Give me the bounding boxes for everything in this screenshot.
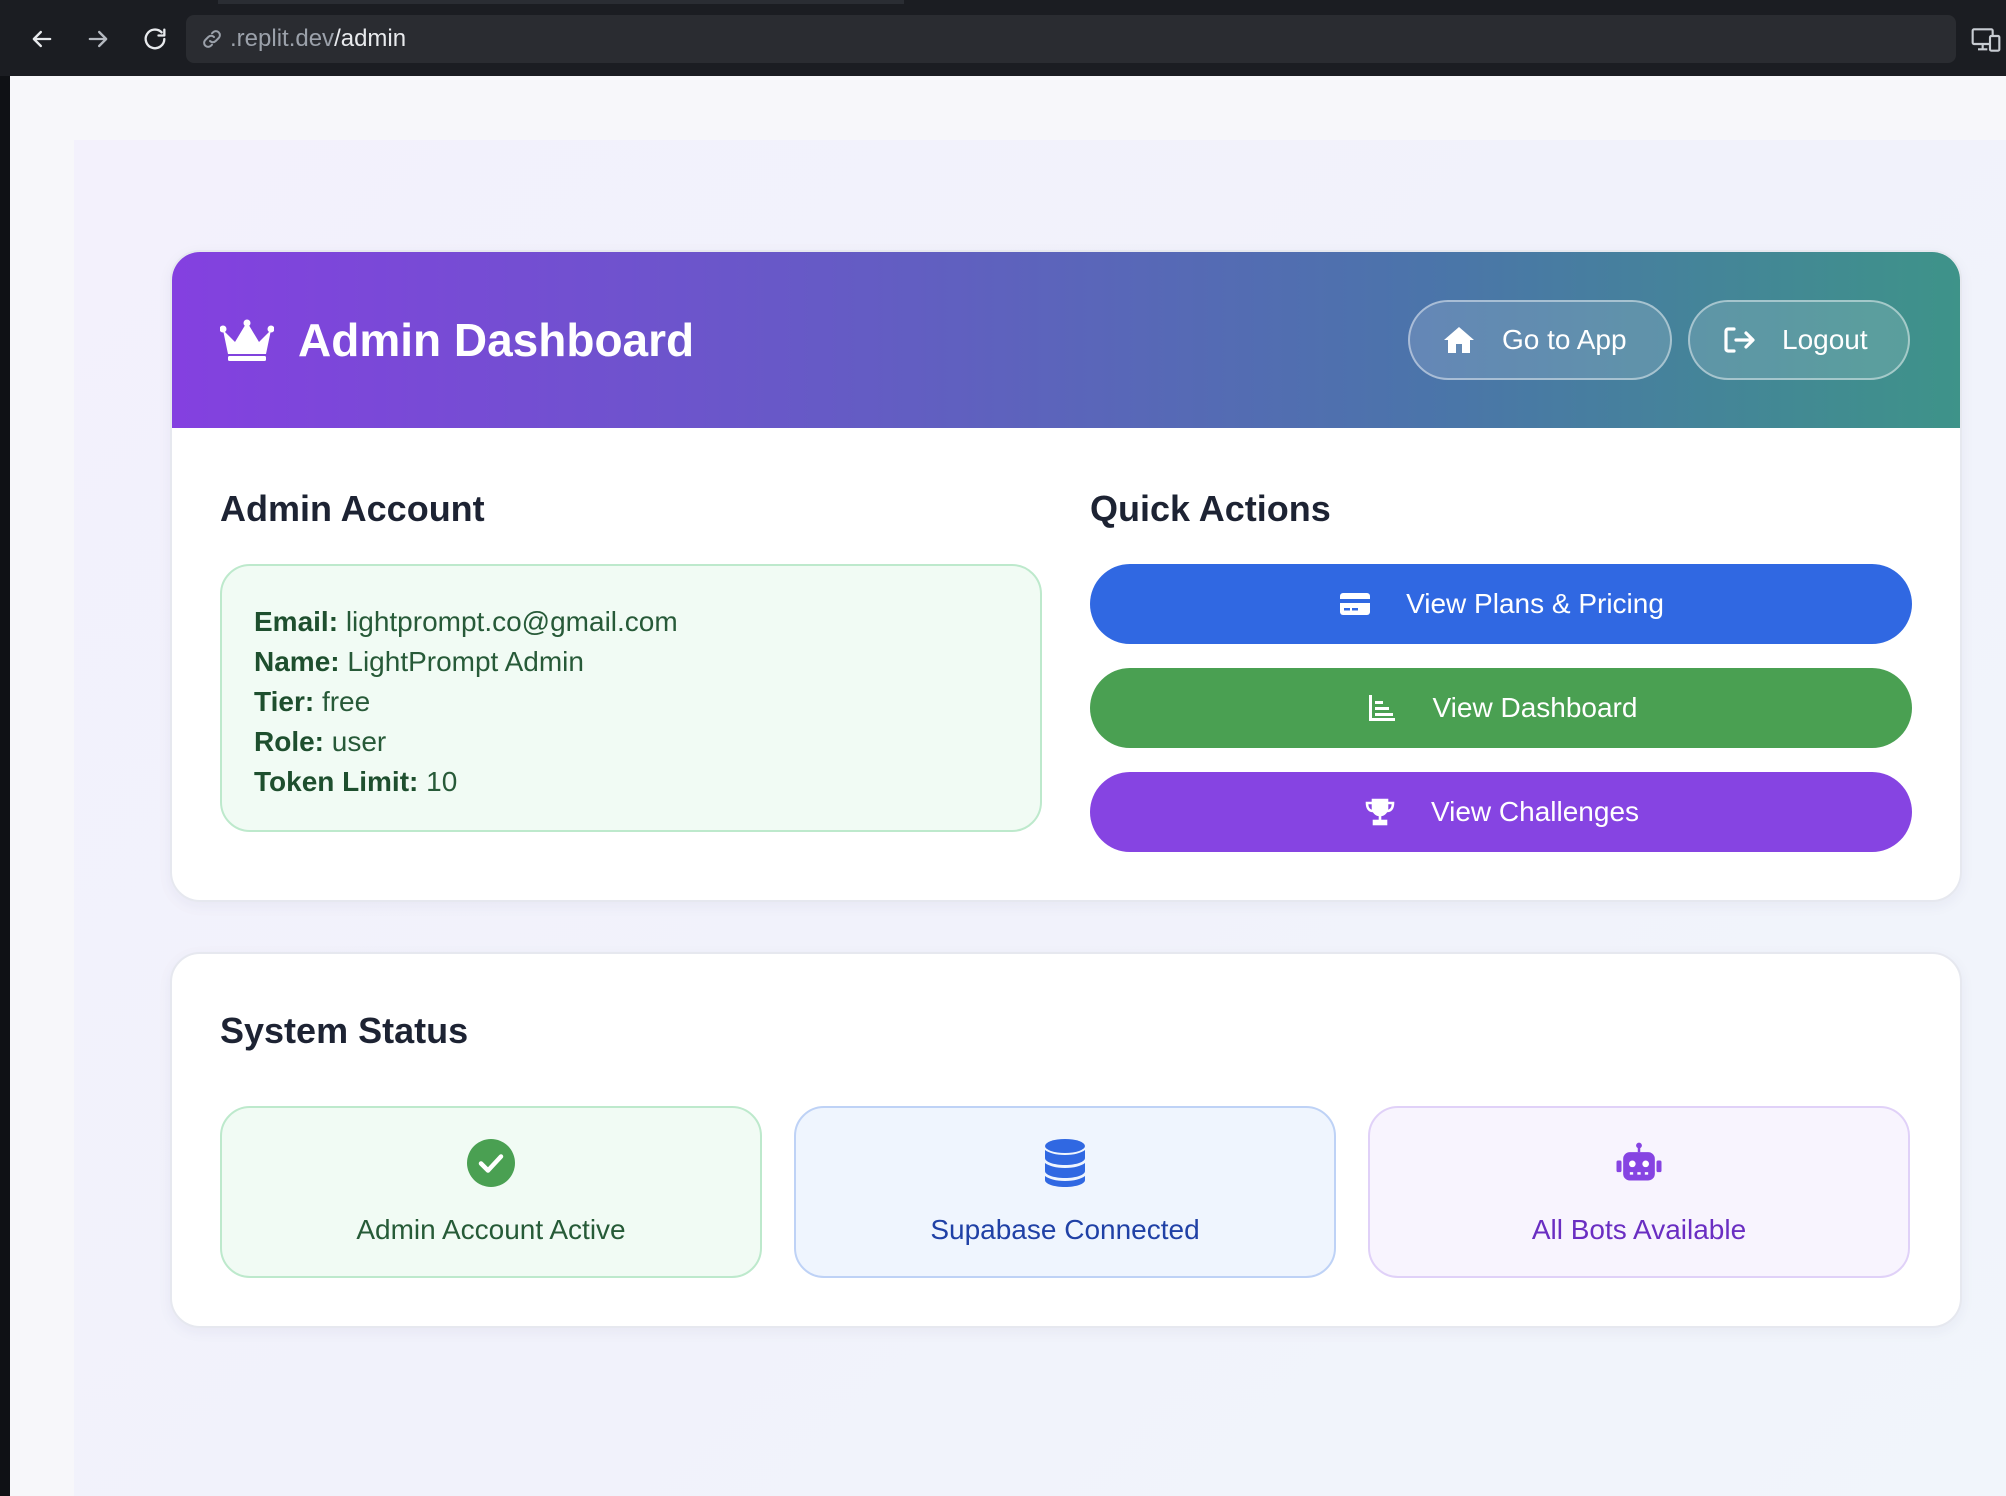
page-title: Admin Dashboard	[298, 314, 695, 366]
credit-card-icon	[1340, 593, 1371, 615]
forward-arrow-icon	[88, 30, 108, 48]
view-dashboard-label: View Dashboard	[1432, 692, 1638, 723]
account-info-panel: Email: lightprompt.co@gmail.com Name: Li…	[220, 564, 1042, 832]
field-key: Name:	[254, 646, 340, 677]
back-arrow-icon	[32, 30, 52, 48]
database-icon	[1045, 1139, 1085, 1187]
go-to-app-label: Go to App	[1502, 324, 1627, 355]
page-viewport: Admin Dashboard Go to App Logout Admin A…	[10, 76, 2006, 1496]
admin-card: Admin Dashboard Go to App Logout Admin A…	[170, 250, 1962, 902]
view-challenges-button[interactable]: View Challenges	[1090, 772, 1912, 852]
reload-button[interactable]	[135, 19, 175, 59]
field-key: Token Limit:	[254, 766, 419, 797]
logout-icon	[1724, 327, 1755, 353]
system-status-heading: System Status	[220, 1010, 469, 1051]
reload-icon	[144, 28, 166, 50]
view-plans-label: View Plans & Pricing	[1406, 588, 1664, 619]
home-icon	[1444, 327, 1474, 353]
field-value: user	[331, 726, 387, 757]
url-path: /admin	[334, 25, 407, 52]
field-key: Role:	[254, 726, 324, 757]
go-to-app-button[interactable]: Go to App	[1408, 300, 1672, 380]
check-circle-icon	[467, 1139, 515, 1187]
field-key: Tier:	[254, 686, 315, 717]
status-supabase: Supabase Connected	[794, 1106, 1336, 1278]
account-email-row: Email: lightprompt.co@gmail.com	[254, 602, 1040, 642]
account-role-row: Role: user	[254, 722, 1040, 762]
view-plans-button[interactable]: View Plans & Pricing	[1090, 564, 1912, 644]
devices-icon[interactable]	[1970, 24, 2002, 56]
browser-toolbar: .replit.dev/admin	[0, 0, 2006, 76]
back-button[interactable]	[22, 19, 62, 59]
status-bots: All Bots Available	[1368, 1106, 1910, 1278]
logout-label: Logout	[1782, 324, 1868, 355]
field-value: free	[321, 686, 371, 717]
field-value: 10	[426, 766, 458, 797]
page-background: Admin Dashboard Go to App Logout Admin A…	[74, 140, 2006, 1496]
admin-account-heading: Admin Account	[220, 488, 485, 529]
forward-button[interactable]	[78, 19, 118, 59]
status-label: Supabase Connected	[930, 1214, 1200, 1245]
field-value: LightPrompt Admin	[347, 646, 584, 677]
robot-icon	[1616, 1142, 1662, 1181]
quick-actions-heading: Quick Actions	[1090, 488, 1331, 529]
account-token-limit-row: Token Limit: 10	[254, 762, 1040, 802]
status-label: All Bots Available	[1531, 1214, 1747, 1245]
address-bar[interactable]: .replit.dev/admin	[186, 15, 1956, 63]
system-status-card: System Status Admin Account Active Supab…	[170, 952, 1962, 1328]
url-host: .replit.dev	[230, 25, 335, 52]
link-icon	[203, 30, 221, 48]
status-label: Admin Account Active	[356, 1214, 626, 1245]
field-key: Email:	[254, 606, 339, 637]
trophy-icon	[1365, 798, 1395, 826]
tab-strip	[218, 0, 904, 4]
field-value: lightprompt.co@gmail.com	[345, 606, 678, 637]
logout-button[interactable]: Logout	[1688, 300, 1910, 380]
account-tier-row: Tier: free	[254, 682, 1040, 722]
bar-chart-icon	[1368, 695, 1395, 721]
view-challenges-label: View Challenges	[1430, 796, 1640, 827]
status-admin-account: Admin Account Active	[220, 1106, 762, 1278]
view-dashboard-button[interactable]: View Dashboard	[1090, 668, 1912, 748]
crown-icon	[220, 319, 274, 361]
account-name-row: Name: LightPrompt Admin	[254, 642, 1040, 682]
